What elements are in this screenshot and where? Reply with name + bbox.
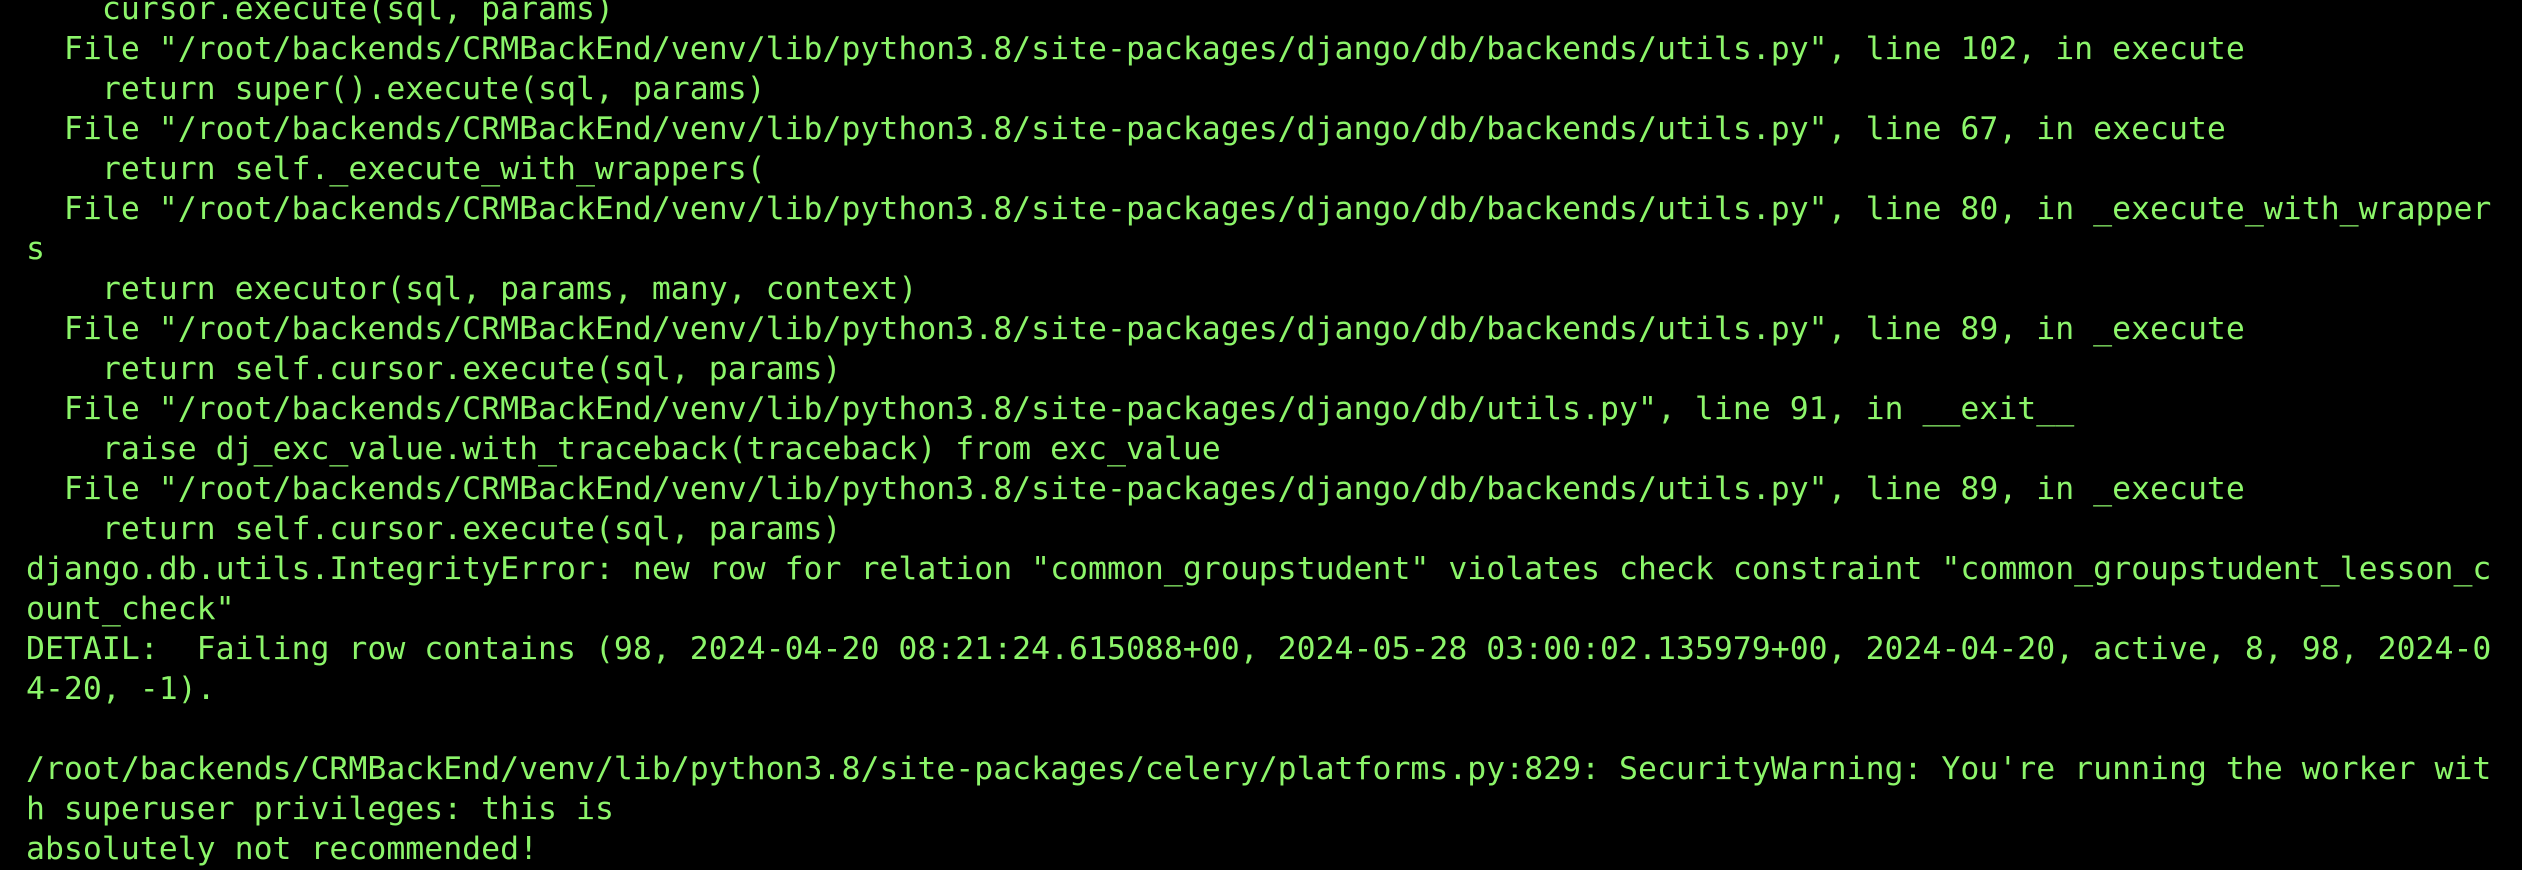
terminal-line: cursor.execute(sql, params) bbox=[26, 0, 614, 27]
terminal-line: File "/root/backends/CRMBackEnd/venv/lib… bbox=[26, 111, 2226, 147]
warning-line: absolutely not recommended! bbox=[26, 831, 539, 867]
detail-line: 4-20, -1). bbox=[26, 671, 216, 707]
terminal-line: File "/root/backends/CRMBackEnd/venv/lib… bbox=[26, 391, 2075, 427]
terminal-line: raise dj_exc_value.with_traceback(traceb… bbox=[26, 431, 1221, 467]
terminal-line: s bbox=[26, 231, 45, 267]
terminal-line: return self.cursor.execute(sql, params) bbox=[26, 351, 842, 387]
terminal-line: return self._execute_with_wrappers( bbox=[26, 151, 766, 187]
error-line: ount_check" bbox=[26, 591, 235, 627]
terminal-line: return self.cursor.execute(sql, params) bbox=[26, 511, 842, 547]
warning-line: h superuser privileges: this is bbox=[26, 791, 614, 827]
terminal-line: File "/root/backends/CRMBackEnd/venv/lib… bbox=[26, 31, 2245, 67]
terminal-line: File "/root/backends/CRMBackEnd/venv/lib… bbox=[26, 311, 2245, 347]
terminal-line: File "/root/backends/CRMBackEnd/venv/lib… bbox=[26, 471, 2245, 507]
detail-line: DETAIL: Failing row contains (98, 2024-0… bbox=[26, 631, 2492, 667]
terminal-line: return executor(sql, params, many, conte… bbox=[26, 271, 918, 307]
error-line: django.db.utils.IntegrityError: new row … bbox=[26, 551, 2492, 587]
terminal-window[interactable]: cursor.execute(sql, params) File "/root/… bbox=[0, 0, 2522, 870]
terminal-line: File "/root/backends/CRMBackEnd/venv/lib… bbox=[26, 191, 2492, 227]
terminal-output: cursor.execute(sql, params) File "/root/… bbox=[26, 0, 2506, 869]
warning-line: /root/backends/CRMBackEnd/venv/lib/pytho… bbox=[26, 751, 2492, 787]
terminal-line: return super().execute(sql, params) bbox=[26, 71, 766, 107]
